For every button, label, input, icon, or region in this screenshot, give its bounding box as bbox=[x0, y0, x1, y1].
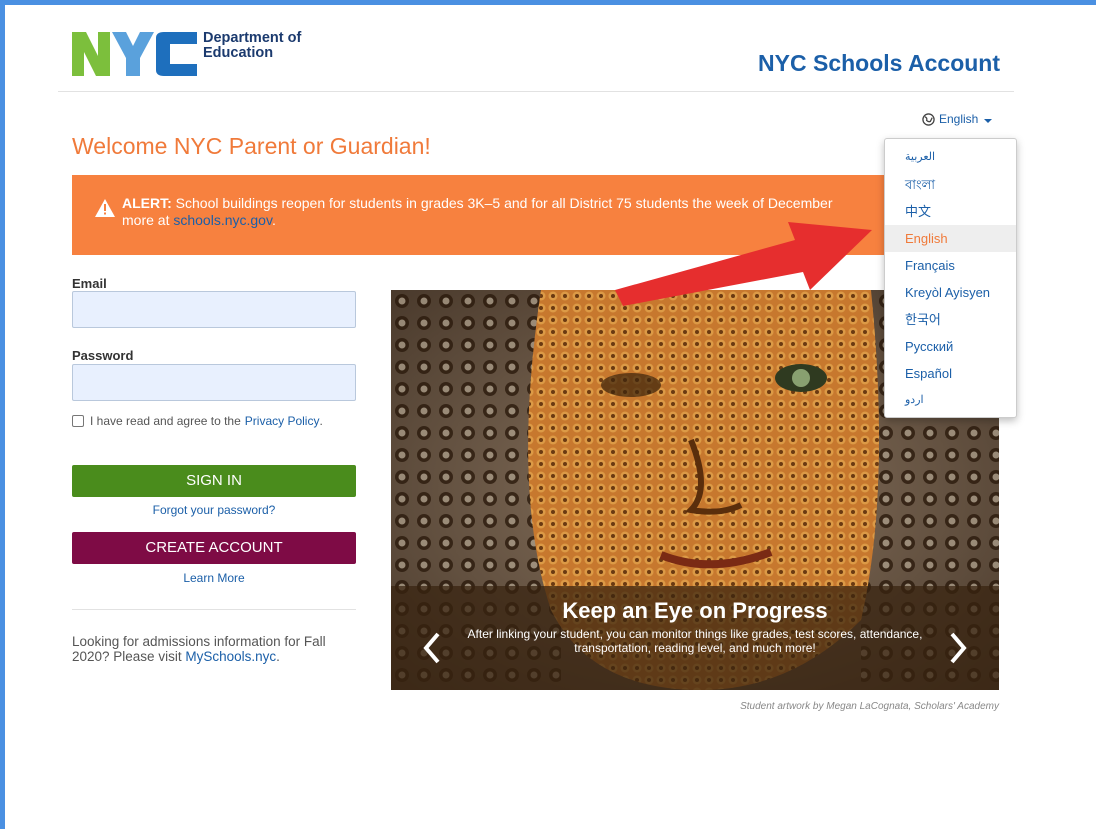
hero-caption: Keep an Eye on Progress After linking yo… bbox=[391, 586, 999, 690]
logo-text-line2: Education bbox=[203, 45, 274, 61]
language-option-chinese[interactable]: 中文 bbox=[885, 198, 1016, 225]
language-option-french[interactable]: Français bbox=[885, 252, 1016, 279]
artwork-credit: Student artwork by Megan LaCognata, Scho… bbox=[740, 701, 999, 712]
language-selected: English bbox=[939, 111, 979, 126]
admissions-suffix: . bbox=[276, 649, 280, 664]
carousel-next-icon[interactable] bbox=[946, 630, 970, 666]
welcome-heading: Welcome NYC Parent or Guardian! bbox=[72, 133, 431, 159]
window-frame-left bbox=[0, 0, 5, 829]
logo-text: Department of Education bbox=[203, 31, 301, 61]
carousel-prev-icon[interactable] bbox=[420, 630, 444, 666]
language-option-bengali[interactable]: বাংলা bbox=[885, 171, 1016, 198]
learn-more-link[interactable]: Learn More bbox=[72, 571, 356, 585]
nyc-logo-icon bbox=[72, 32, 197, 76]
alert-label: ALERT: bbox=[122, 195, 172, 211]
language-option-russian[interactable]: Русский bbox=[885, 333, 1016, 360]
agree-text: I have read and agree to the bbox=[90, 414, 241, 428]
language-dropdown-menu: العربية বাংলা 中文 English Français Kreyòl… bbox=[884, 138, 1017, 418]
language-option-korean[interactable]: 한국어 bbox=[885, 306, 1016, 333]
globe-icon bbox=[922, 113, 935, 126]
alert-text: School buildings reopen for students in … bbox=[171, 195, 833, 211]
warning-icon bbox=[95, 199, 115, 217]
admissions-info: Looking for admissions information for F… bbox=[72, 634, 356, 664]
language-option-english[interactable]: English bbox=[885, 225, 1016, 252]
header-divider bbox=[58, 91, 1014, 92]
language-option-haitian-creole[interactable]: Kreyòl Ayisyen bbox=[885, 279, 1016, 306]
myschools-link[interactable]: MySchools.nyc bbox=[185, 649, 276, 664]
forgot-password-link[interactable]: Forgot your password? bbox=[72, 503, 356, 517]
privacy-checkbox[interactable] bbox=[72, 415, 84, 427]
agree-suffix: . bbox=[319, 414, 323, 428]
privacy-agreement: I have read and agree to the Privacy Pol… bbox=[72, 414, 323, 428]
language-option-spanish[interactable]: Español bbox=[885, 360, 1016, 387]
logo-text-line1: Department of bbox=[203, 30, 302, 46]
create-account-button[interactable]: CREATE ACCOUNT bbox=[72, 532, 356, 564]
app-title: NYC Schools Account bbox=[758, 50, 1000, 76]
alert-line2-prefix: more at bbox=[122, 212, 174, 228]
email-label: Email bbox=[72, 276, 107, 291]
alert-schools-link[interactable]: schools.nyc.gov bbox=[173, 212, 272, 228]
language-option-urdu[interactable]: اردو bbox=[885, 387, 1016, 414]
language-option-arabic[interactable]: العربية bbox=[885, 144, 1016, 171]
nyc-doe-logo[interactable]: Department of Education bbox=[72, 30, 301, 78]
language-selector[interactable]: English bbox=[922, 111, 993, 126]
password-label: Password bbox=[72, 348, 134, 363]
password-input[interactable] bbox=[72, 364, 356, 401]
email-input[interactable] bbox=[72, 291, 356, 328]
alert-line2-suffix: . bbox=[271, 212, 276, 228]
privacy-policy-link[interactable]: Privacy Policy bbox=[245, 414, 320, 428]
sign-in-button[interactable]: SIGN IN bbox=[72, 465, 356, 497]
hero-title: Keep an Eye on Progress bbox=[562, 598, 828, 623]
hero-text: After linking your student, you can moni… bbox=[467, 627, 923, 655]
form-divider bbox=[72, 609, 356, 610]
annotation-arrow-icon bbox=[615, 222, 872, 306]
caret-down-icon bbox=[984, 118, 993, 123]
alert-line-1: ALERT: School buildings reopen for stude… bbox=[122, 195, 887, 212]
window-frame-top bbox=[0, 0, 1096, 5]
